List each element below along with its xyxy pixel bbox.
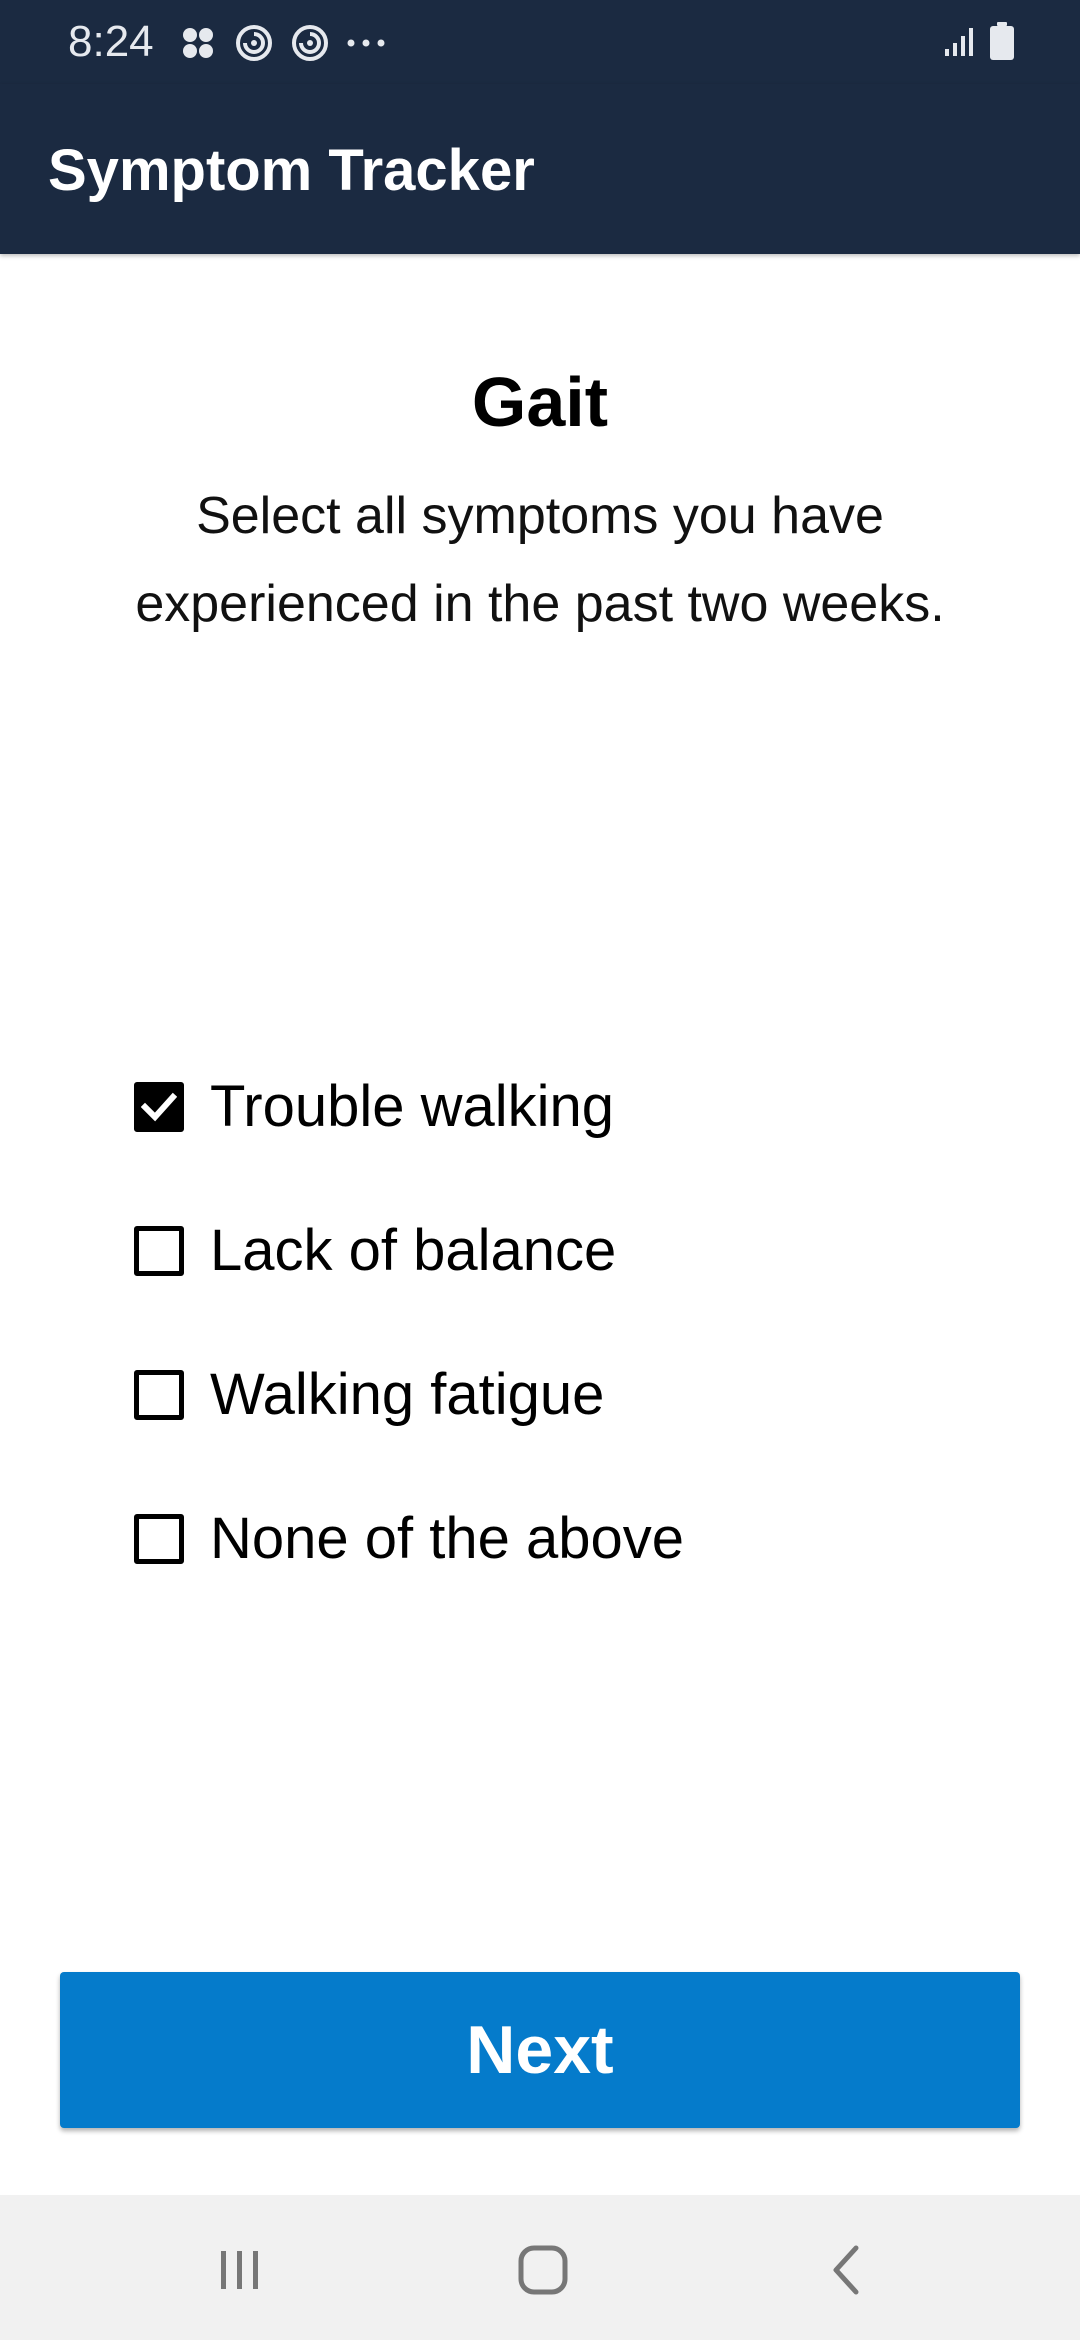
option-trouble-walking[interactable]: Trouble walking bbox=[134, 1035, 994, 1179]
checkmark-icon bbox=[141, 1092, 177, 1122]
checkbox[interactable] bbox=[134, 1226, 184, 1276]
signal-icon bbox=[944, 25, 976, 62]
option-walking-fatigue[interactable]: Walking fatigue bbox=[134, 1323, 994, 1467]
next-button[interactable]: Next bbox=[60, 1972, 1020, 2128]
notification-swirl-icon bbox=[232, 22, 276, 64]
apps-grid-icon bbox=[176, 22, 220, 64]
status-bar: 8:24 bbox=[0, 0, 1080, 84]
option-label: Lack of balance bbox=[210, 1218, 617, 1283]
app-bar: Symptom Tracker bbox=[0, 84, 1080, 254]
option-lack-of-balance[interactable]: Lack of balance bbox=[134, 1179, 994, 1323]
system-nav-bar bbox=[0, 2195, 1080, 2340]
checkbox[interactable] bbox=[134, 1514, 184, 1564]
notification-swirl-icon bbox=[288, 22, 332, 64]
question-subtitle: Select all symptoms you have experienced… bbox=[135, 487, 945, 633]
checkbox[interactable] bbox=[134, 1082, 184, 1132]
option-none-of-the-above[interactable]: None of the above bbox=[134, 1467, 994, 1611]
status-system-icons bbox=[944, 21, 1014, 65]
battery-icon bbox=[990, 21, 1014, 65]
home-icon[interactable] bbox=[483, 2225, 603, 2315]
question-title: Gait bbox=[471, 363, 609, 441]
option-label: Trouble walking bbox=[210, 1074, 615, 1139]
symptom-options: Trouble walking Lack of balance Walking … bbox=[134, 1035, 994, 1611]
next-button-label: Next bbox=[466, 2012, 614, 2088]
more-dots-icon bbox=[344, 22, 388, 64]
back-icon[interactable] bbox=[786, 2225, 906, 2315]
option-label: None of the above bbox=[210, 1506, 685, 1571]
checkbox[interactable] bbox=[134, 1370, 184, 1420]
status-time: 8:24 bbox=[68, 17, 154, 66]
recent-apps-icon[interactable] bbox=[180, 2225, 300, 2315]
option-label: Walking fatigue bbox=[210, 1362, 605, 1427]
app-title: Symptom Tracker bbox=[48, 138, 535, 203]
status-notification-icons bbox=[176, 22, 400, 64]
